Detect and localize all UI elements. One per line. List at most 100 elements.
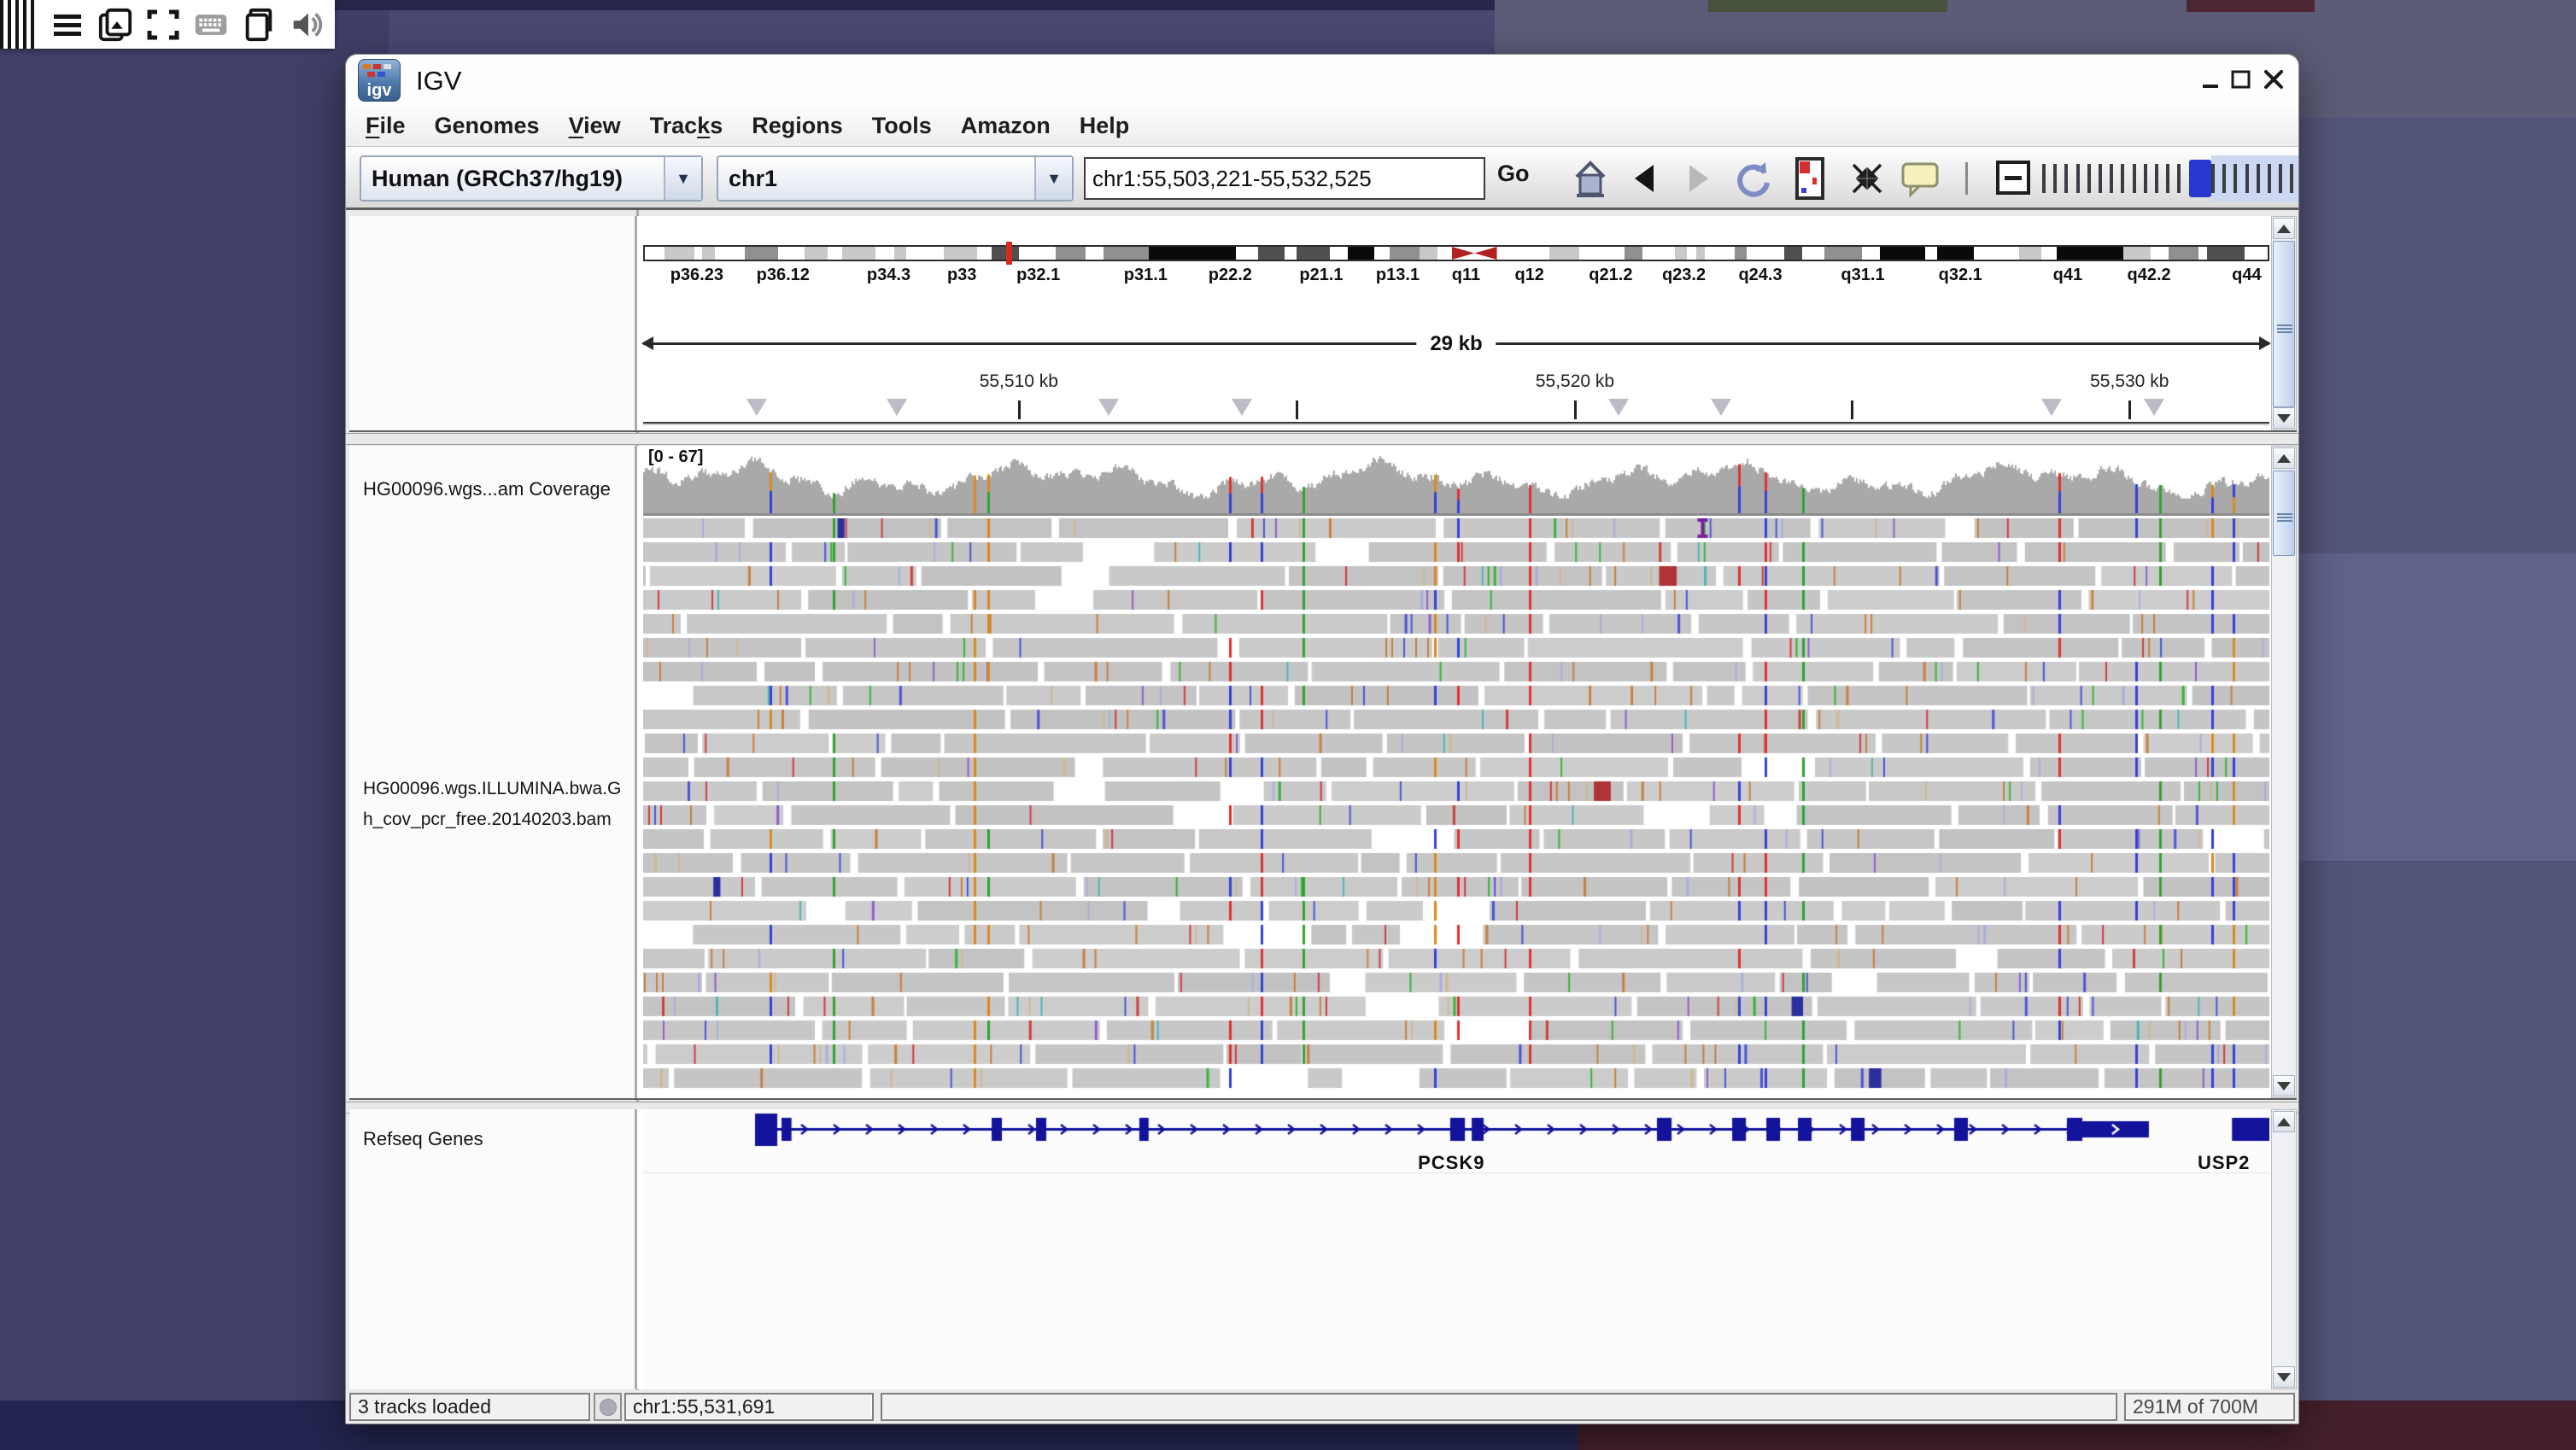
ruler-tick <box>1296 401 1298 419</box>
ruler-baseline <box>643 422 2269 425</box>
alignment-panel-scrollbar[interactable] <box>2271 446 2297 1098</box>
cytoband-label: p32.1 <box>1016 266 1060 285</box>
menu-tracks[interactable]: Tracks <box>635 113 738 139</box>
menu-file[interactable]: File <box>351 113 420 139</box>
cytoband-label: q11 <box>1452 266 1480 285</box>
message-status <box>881 1393 2117 1421</box>
menu-help[interactable]: Help <box>1065 113 1145 139</box>
tooltip-bubble-icon[interactable] <box>1899 157 1941 200</box>
forward-arrow-icon[interactable] <box>1683 157 1714 200</box>
zoom-out-icon[interactable] <box>1996 161 2030 195</box>
grip-handle[interactable] <box>0 0 38 49</box>
region-tool-icon[interactable] <box>1793 157 1827 200</box>
zoom-tick <box>2121 164 2124 193</box>
cytoband-label: q12 <box>1514 266 1543 285</box>
locus-panel-scrollbar[interactable] <box>2271 216 2297 430</box>
roi-marker-triangle[interactable] <box>1608 399 1629 416</box>
ideogram-band <box>2169 247 2198 260</box>
panel-splitter[interactable] <box>346 433 2298 445</box>
chevron-down-icon[interactable]: ▼ <box>1034 157 1072 200</box>
ideogram-band <box>2198 247 2208 260</box>
gene-model[interactable] <box>643 1111 2269 1150</box>
gene-panel-scrollbar[interactable] <box>2271 1109 2297 1389</box>
chromosome-select[interactable]: chr1 ▼ <box>717 155 1074 202</box>
menu-tools[interactable]: Tools <box>858 113 946 139</box>
scrollbar-thumb[interactable] <box>2273 471 2295 556</box>
ideogram-band <box>778 247 805 260</box>
ideogram-band <box>645 247 664 260</box>
refresh-icon[interactable] <box>1731 157 1774 200</box>
scroll-up-icon[interactable] <box>2273 1111 2295 1132</box>
zoom-slider[interactable] <box>2039 155 2298 202</box>
roi-marker-triangle[interactable] <box>2041 399 2062 416</box>
cytoband-label: p22.2 <box>1209 266 1252 285</box>
menu-amazon[interactable]: Amazon <box>946 113 1065 139</box>
zoom-tick <box>2279 164 2282 193</box>
alignment-track-label-line1[interactable]: HG00096.wgs.ILLUMINA.bwa.G <box>363 779 621 799</box>
scroll-down-icon[interactable] <box>2273 1075 2295 1096</box>
roi-marker-triangle[interactable] <box>1711 399 1731 416</box>
clipboard-icon[interactable] <box>241 7 277 43</box>
zoom-tick <box>2257 164 2260 193</box>
zoom-tick <box>2133 164 2136 193</box>
ruler-tick <box>1851 401 1853 419</box>
zoom-tick <box>2234 164 2237 193</box>
ideogram-band <box>664 247 694 260</box>
ideogram-band <box>1862 247 1880 260</box>
scroll-down-icon[interactable] <box>2273 1366 2295 1388</box>
coverage-track-label[interactable]: HG00096.wgs...am Coverage <box>363 478 611 500</box>
title-bar[interactable]: igv IGV <box>346 55 2298 106</box>
cytoband-label: q44 <box>2232 266 2261 285</box>
roi-marker-triangle[interactable] <box>887 399 907 416</box>
chromosome-ideogram[interactable] <box>643 245 2269 261</box>
scroll-up-icon[interactable] <box>2273 447 2295 469</box>
ideogram-band <box>1390 247 1420 260</box>
ideogram-band <box>2041 247 2057 260</box>
home-icon[interactable] <box>1569 157 1612 200</box>
cytoband-label: p36.12 <box>757 266 810 285</box>
roi-marker-triangle[interactable] <box>2144 399 2164 416</box>
menu-regions[interactable]: Regions <box>737 113 858 139</box>
roi-marker-triangle[interactable] <box>1232 399 1252 416</box>
locus-input[interactable] <box>1084 157 1485 200</box>
tracks-loaded-status: 3 tracks loaded <box>349 1393 590 1421</box>
maximize-icon[interactable] <box>2230 68 2252 91</box>
keyboard-icon[interactable] <box>193 7 229 43</box>
menu-view[interactable]: View <box>554 113 635 139</box>
genome-select[interactable]: Human (GRCh37/hg19) ▼ <box>360 155 703 202</box>
igv-window: igv IGV File Genomes View Tracks Regions… <box>345 54 2299 1424</box>
coverage-range-label: [0 - 67] <box>648 447 703 467</box>
coverage-histogram[interactable] <box>643 452 2269 513</box>
speaker-icon[interactable] <box>289 7 325 43</box>
hamburger-menu-icon[interactable] <box>50 7 85 43</box>
back-arrow-icon[interactable] <box>1629 157 1660 200</box>
ideogram-band <box>1824 247 1862 260</box>
zoom-tick <box>2110 164 2113 193</box>
alignment-panel-data: [0 - 67] <box>643 446 2269 1098</box>
ideogram-band <box>1802 247 1824 260</box>
close-icon[interactable] <box>2263 68 2285 91</box>
alignment-track-label-line2[interactable]: h_cov_pcr_free.20140203.bam <box>363 810 612 830</box>
roi-marker-triangle[interactable] <box>1098 399 1119 416</box>
ideogram-band <box>715 247 745 260</box>
chevron-down-icon[interactable]: ▼ <box>664 157 701 200</box>
scrollbar-thumb[interactable] <box>2273 241 2295 407</box>
fit-to-window-icon[interactable] <box>1846 157 1888 200</box>
scroll-up-icon[interactable] <box>2273 218 2295 239</box>
screenshot-icon[interactable] <box>97 7 133 43</box>
scroll-down-icon[interactable] <box>2273 407 2295 429</box>
gene-track-label[interactable]: Refseq Genes <box>363 1128 483 1150</box>
zoom-slider-thumb[interactable] <box>2189 160 2211 197</box>
cytoband-label: q32.1 <box>1939 266 1982 285</box>
fullscreen-icon[interactable] <box>145 7 181 43</box>
window-title: IGV <box>416 66 461 96</box>
menu-genomes[interactable]: Genomes <box>420 113 554 139</box>
roi-marker-triangle[interactable] <box>746 399 767 416</box>
minimize-icon[interactable] <box>2201 68 2223 91</box>
gene-name-label[interactable]: PCSK9 <box>1418 1152 1484 1174</box>
go-button[interactable]: Go <box>1497 161 1530 187</box>
ideogram-band <box>2207 247 2245 260</box>
next-gene-name-label[interactable]: USP2 <box>2198 1152 2250 1174</box>
ideogram-band <box>1019 247 1057 260</box>
read-alignments[interactable] <box>643 518 2269 1096</box>
